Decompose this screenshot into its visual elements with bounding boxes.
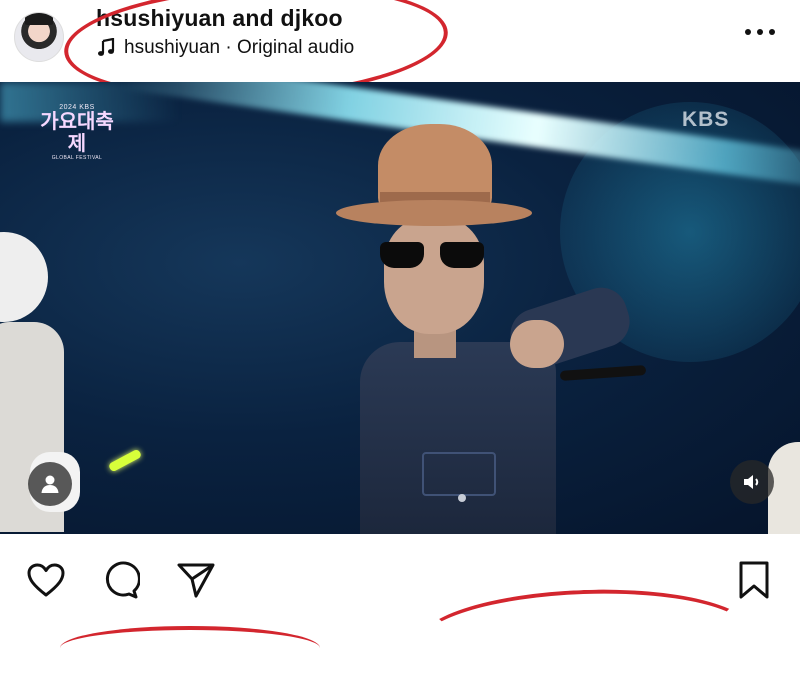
video-player[interactable]: 2024 KBS 가요대축제 GLOBAL FESTIVAL KBS [0,82,800,534]
tagged-people-button[interactable] [28,462,72,506]
light-stick [107,448,143,473]
share-button[interactable] [176,560,216,600]
post-header: hsushiyuan and djkoo hsushiyuan · Origin… [0,0,800,108]
music-note-icon [96,38,116,58]
comment-icon [105,561,140,599]
save-button[interactable] [734,560,774,600]
send-icon [177,563,215,598]
bookmark-icon [739,561,769,599]
comment-button[interactable] [100,560,140,600]
show-logo-title: 가요대축제 [40,111,114,155]
red-stroke-annotation-left [60,626,320,670]
post-authors[interactable]: hsushiyuan and djkoo [96,5,343,32]
show-logo: 2024 KBS 가요대축제 GLOBAL FESTIVAL [40,104,114,168]
like-button[interactable] [26,560,66,600]
show-logo-subtitle: GLOBAL FESTIVAL [51,155,103,161]
performer [330,122,647,534]
heart-icon [27,563,65,597]
audio-attribution[interactable]: hsushiyuan · Original audio [96,36,354,60]
more-horizontal-icon [745,29,775,35]
audio-label: hsushiyuan · Original audio [124,37,355,58]
channel-watermark: KBS [682,108,730,131]
more-options-button[interactable] [740,22,780,42]
speaker-icon [744,475,759,489]
avatar[interactable] [14,12,64,62]
sound-toggle-button[interactable] [730,460,774,504]
show-logo-year: 2024 KBS [59,104,95,111]
person-tag-icon [41,475,59,493]
